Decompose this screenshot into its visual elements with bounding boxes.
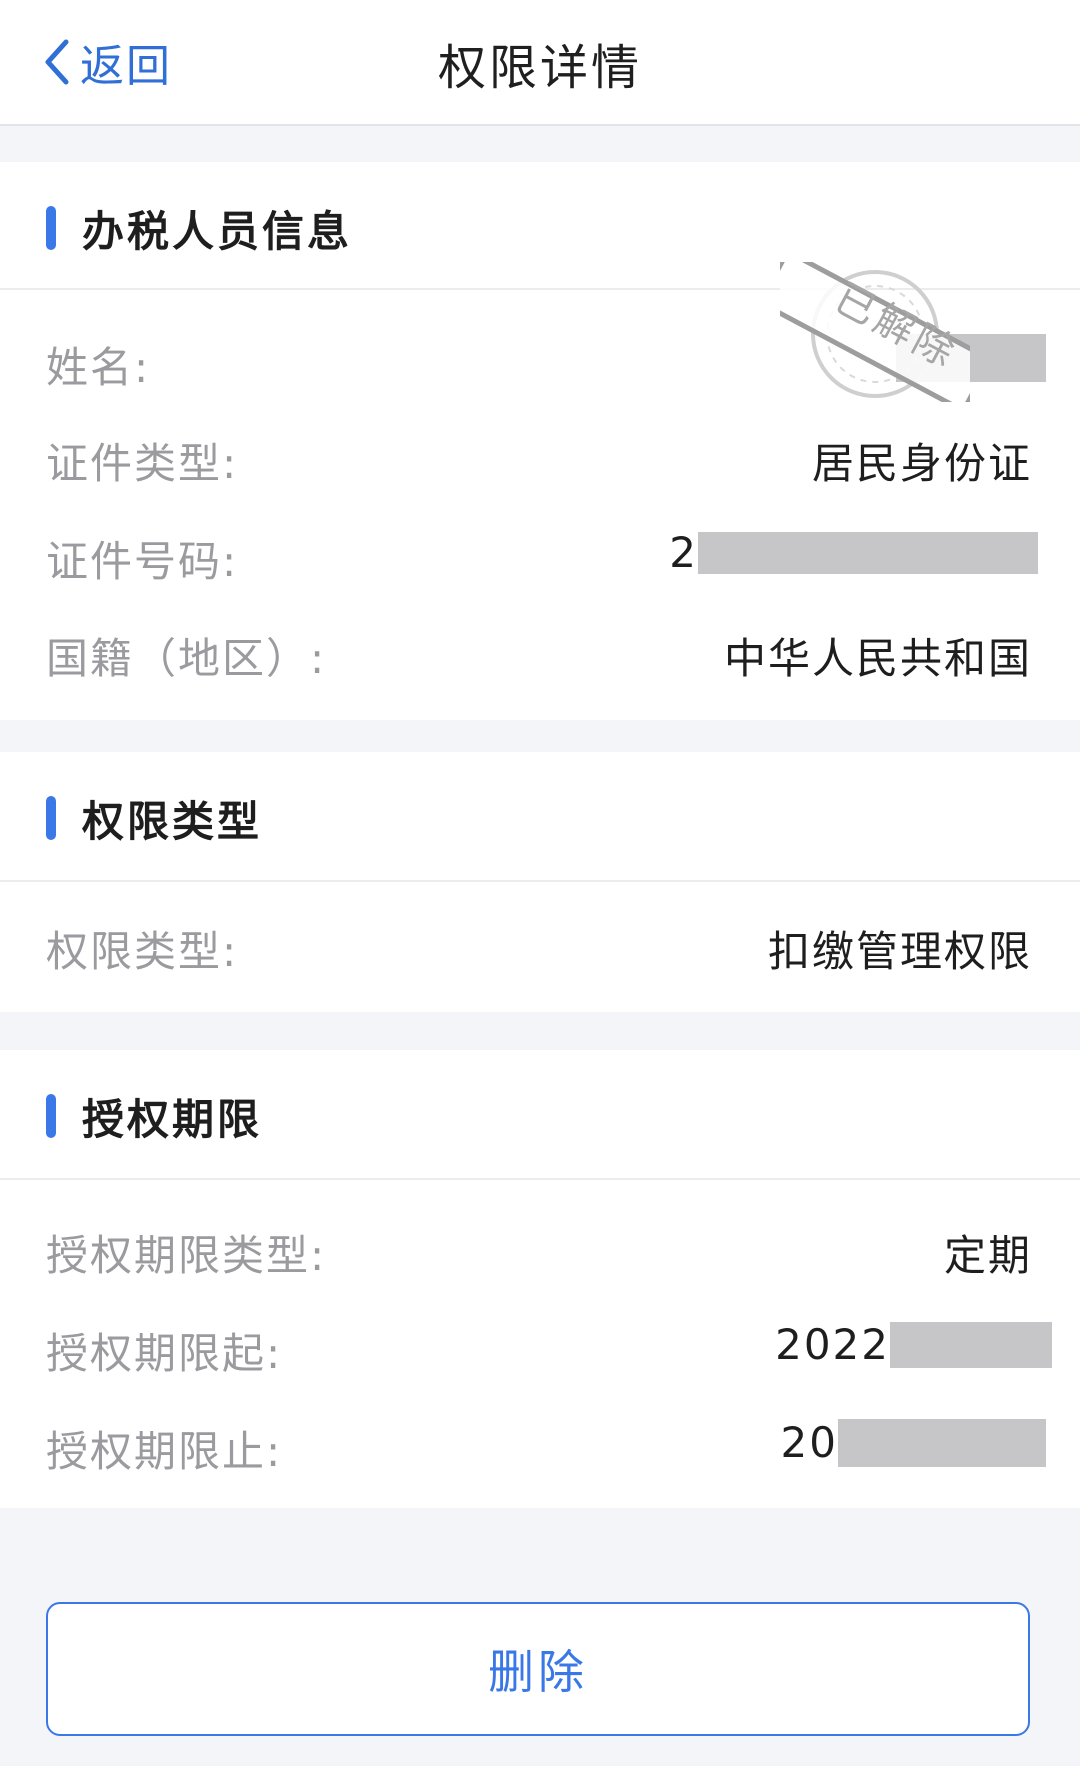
delete-button[interactable]: 删除 <box>46 1602 1030 1736</box>
section-title: 办税人员信息 <box>82 207 353 256</box>
info-row-id-type: 证件类型: 居民身份证 <box>0 422 1080 492</box>
section-header: 授权期限 <box>0 1050 1080 1180</box>
info-row-nationality: 国籍（地区）: 中华人民共和国 <box>0 617 1080 687</box>
section-accent-bar <box>46 1094 56 1138</box>
taxpayer-info-card: 办税人员信息 姓名: 证件类型: 居民身份证 证件号码: 2 国籍（地区）: 中… <box>0 162 1080 720</box>
row-label: 授权期限起: <box>46 1329 283 1378</box>
redacted-block <box>698 531 1038 574</box>
page-title: 权限详情 <box>437 40 642 96</box>
redacted-block <box>890 1321 1052 1368</box>
info-row-period-type: 授权期限类型: 定期 <box>0 1214 1080 1284</box>
section-title: 权限类型 <box>82 797 263 846</box>
row-value: 扣缴管理权限 <box>767 927 1032 976</box>
row-label: 国籍（地区）: <box>46 634 327 683</box>
row-value: 定期 <box>943 1231 1032 1280</box>
row-label: 姓名: <box>46 343 151 392</box>
row-value: 中华人民共和国 <box>723 634 1032 683</box>
info-row-period-end: 授权期限止: 20 <box>0 1410 1080 1480</box>
row-label: 权限类型: <box>46 927 239 976</box>
row-value: 居民身份证 <box>811 439 1032 488</box>
redacted-block <box>838 1418 1046 1467</box>
section-header: 权限类型 <box>0 752 1080 882</box>
info-row-permission-type: 权限类型: 扣缴管理权限 <box>0 910 1080 980</box>
row-label: 证件号码: <box>46 537 239 586</box>
section-accent-bar <box>46 206 56 250</box>
row-value: 20 <box>781 1418 1046 1467</box>
revoked-stamp: 已解除 <box>761 252 990 410</box>
row-label: 授权期限类型: <box>46 1231 327 1280</box>
row-value: 2 <box>669 528 1038 577</box>
row-value: 2022 <box>775 1320 1052 1369</box>
info-row-period-start: 授权期限起: 2022 <box>0 1312 1080 1382</box>
permission-type-card: 权限类型 权限类型: 扣缴管理权限 <box>0 752 1080 1012</box>
row-label: 证件类型: <box>46 439 239 488</box>
info-row-id-number: 证件号码: 2 <box>0 520 1080 590</box>
section-title: 授权期限 <box>82 1095 263 1144</box>
row-label: 授权期限止: <box>46 1427 283 1476</box>
nav-bar: 返回 权限详情 <box>0 0 1080 126</box>
section-accent-bar <box>46 796 56 840</box>
authorization-period-card: 授权期限 授权期限类型: 定期 授权期限起: 2022 授权期限止: 20 <box>0 1050 1080 1508</box>
